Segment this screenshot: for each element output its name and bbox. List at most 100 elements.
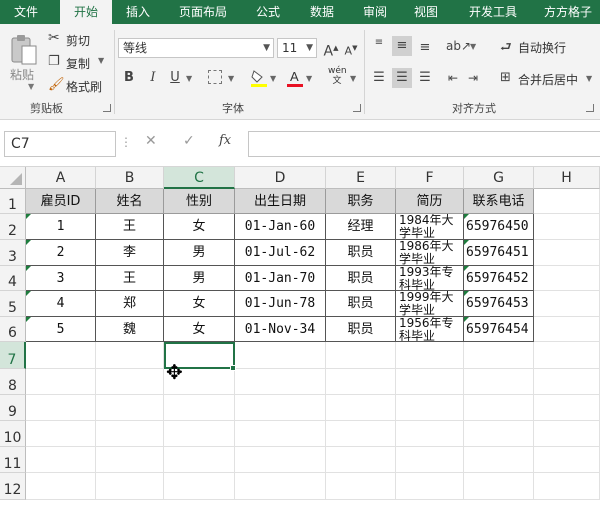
borders-icon[interactable]	[208, 70, 222, 84]
cell-birth[interactable]: 01-Nov-34	[235, 317, 326, 342]
empty-cell[interactable]	[26, 395, 96, 421]
empty-cell[interactable]	[534, 214, 600, 240]
cell-birth[interactable]: 01-Jan-70	[235, 266, 326, 291]
cell-id[interactable]: 4	[26, 291, 96, 317]
cell-phone[interactable]: 65976450	[464, 214, 534, 240]
orientation-chevron-icon[interactable]: ▼	[470, 42, 476, 51]
merge-chevron-icon[interactable]: ▼	[586, 74, 592, 83]
empty-cell[interactable]	[235, 447, 326, 473]
font-color-chevron-icon[interactable]: ▼	[306, 74, 312, 83]
cell-id[interactable]: 5	[26, 317, 96, 342]
copy-chevron-icon[interactable]: ▼	[98, 56, 104, 65]
select-all-button[interactable]	[0, 167, 26, 189]
cell-resume[interactable]: 1999年大学毕业	[396, 291, 464, 317]
menu-file[interactable]: 文件	[4, 0, 48, 24]
name-box[interactable]: C7	[4, 131, 116, 157]
align-left-icon[interactable]: ☰	[370, 68, 388, 88]
cell-gender[interactable]: 男	[164, 266, 235, 291]
chevron-down-icon[interactable]: ▼	[306, 39, 313, 57]
column-header-e[interactable]: E	[326, 167, 396, 189]
empty-cell[interactable]	[534, 447, 600, 473]
cut-button[interactable]: 剪切	[66, 32, 90, 49]
menu-developer[interactable]: 开发工具	[458, 0, 528, 24]
empty-cell[interactable]	[396, 369, 464, 395]
empty-cell[interactable]	[235, 342, 326, 369]
empty-cell[interactable]	[326, 421, 396, 447]
enter-icon[interactable]: ✓	[183, 133, 195, 149]
empty-cell[interactable]	[534, 421, 600, 447]
cell-resume[interactable]: 1956年专科毕业	[396, 317, 464, 342]
cell-title[interactable]: 职员	[326, 240, 396, 266]
column-header-c[interactable]: C	[164, 167, 235, 189]
empty-cell[interactable]	[26, 342, 96, 369]
header-cell-resume[interactable]: 简历	[396, 189, 464, 214]
align-top-icon[interactable]: ≡	[370, 36, 388, 48]
empty-cell[interactable]	[534, 266, 600, 291]
cell-title[interactable]: 经理	[326, 214, 396, 240]
column-header-a[interactable]: A	[26, 167, 96, 189]
column-header-b[interactable]: B	[96, 167, 164, 189]
italic-button[interactable]: I	[144, 68, 162, 88]
formula-input[interactable]	[248, 131, 600, 157]
menu-home[interactable]: 开始	[60, 0, 112, 24]
fill-color-icon[interactable]	[250, 68, 268, 88]
alignment-launcher-icon[interactable]	[586, 104, 594, 112]
empty-cell[interactable]	[326, 369, 396, 395]
empty-cell[interactable]	[235, 473, 326, 500]
menu-insert[interactable]: 插入	[118, 0, 158, 24]
empty-cell[interactable]	[235, 421, 326, 447]
fill-handle[interactable]	[230, 365, 236, 371]
align-middle-icon[interactable]: ≡	[392, 36, 412, 56]
fill-color-chevron-icon[interactable]: ▼	[270, 74, 276, 83]
cell-gender[interactable]: 男	[164, 240, 235, 266]
empty-cell[interactable]	[534, 240, 600, 266]
paste-chevron-icon[interactable]: ▼	[28, 82, 34, 91]
cell-id[interactable]: 3	[26, 266, 96, 291]
font-color-icon[interactable]: A	[286, 68, 304, 88]
empty-cell[interactable]	[464, 369, 534, 395]
empty-cell[interactable]	[396, 395, 464, 421]
empty-cell[interactable]	[396, 447, 464, 473]
empty-cell[interactable]	[464, 447, 534, 473]
cancel-icon[interactable]: ✕	[145, 133, 157, 149]
shrink-font-icon[interactable]: A▼	[342, 38, 360, 62]
row-header-9[interactable]: 9	[0, 395, 26, 421]
empty-cell[interactable]	[326, 342, 396, 369]
empty-cell[interactable]	[164, 395, 235, 421]
bold-button[interactable]: B	[120, 68, 138, 88]
font-size-combo[interactable]: 11 ▼	[277, 38, 317, 58]
underline-button[interactable]: U	[166, 68, 184, 88]
header-cell-phone[interactable]: 联系电话	[464, 189, 534, 214]
cell-gender[interactable]: 女	[164, 317, 235, 342]
cell-name[interactable]: 王	[96, 214, 164, 240]
cell-resume[interactable]: 1986年大学毕业	[396, 240, 464, 266]
row-header-11[interactable]: 11	[0, 447, 26, 473]
cell-title[interactable]: 职员	[326, 291, 396, 317]
cell-name[interactable]: 魏	[96, 317, 164, 342]
cell-name[interactable]: 郑	[96, 291, 164, 317]
empty-cell[interactable]	[464, 421, 534, 447]
row-header-10[interactable]: 10	[0, 421, 26, 447]
menu-fangfang[interactable]: 方方格子	[538, 0, 600, 24]
row-header-1[interactable]: 1	[0, 189, 26, 214]
cell-id[interactable]: 2	[26, 240, 96, 266]
format-painter-button[interactable]: 格式刷	[66, 78, 102, 95]
cell-title[interactable]: 职员	[326, 266, 396, 291]
paste-label[interactable]: 粘贴	[10, 66, 34, 83]
column-header-h[interactable]: H	[534, 167, 600, 189]
empty-cell[interactable]	[96, 473, 164, 500]
column-header-f[interactable]: F	[396, 167, 464, 189]
font-name-combo[interactable]: 等线 ▼	[118, 38, 274, 58]
header-cell-birth[interactable]: 出生日期	[235, 189, 326, 214]
cell-phone[interactable]: 65976454	[464, 317, 534, 342]
copy-button[interactable]: 复制	[66, 55, 90, 72]
empty-cell[interactable]	[534, 317, 600, 342]
empty-cell[interactable]	[96, 447, 164, 473]
empty-cell[interactable]	[26, 369, 96, 395]
row-header-7[interactable]: 7	[0, 342, 26, 369]
empty-cell[interactable]	[96, 421, 164, 447]
row-header-6[interactable]: 6	[0, 317, 26, 342]
phonetic-guide-icon[interactable]: wén 文	[328, 66, 347, 86]
empty-cell[interactable]	[326, 447, 396, 473]
column-header-g[interactable]: G	[464, 167, 534, 189]
